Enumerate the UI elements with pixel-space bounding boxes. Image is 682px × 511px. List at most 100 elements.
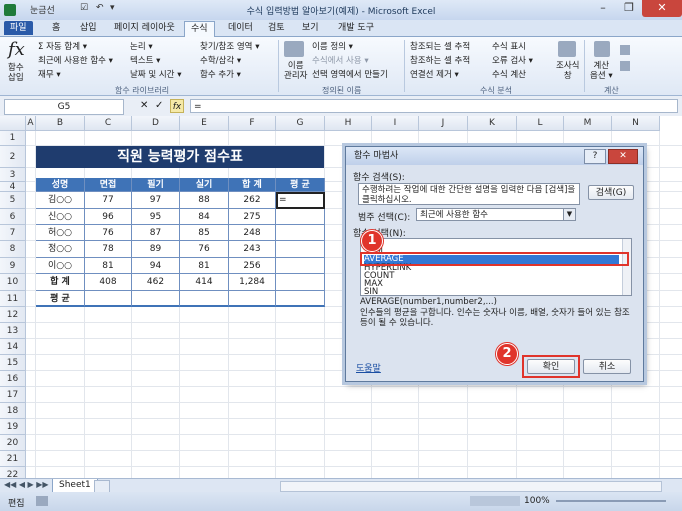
row-header-22[interactable]: 22	[0, 467, 26, 478]
table-cell[interactable]	[276, 258, 325, 274]
average-row-cell[interactable]	[229, 291, 276, 307]
tab-file[interactable]: 파일	[4, 21, 33, 35]
row-header-14[interactable]: 14	[0, 339, 26, 355]
column-header-L[interactable]: L	[517, 116, 564, 131]
function-list[interactable]: IFSUMAVERAGEHYPERLINKCOUNTMAXSIN	[360, 238, 632, 296]
watch-window-button[interactable]: 조사식 창	[556, 61, 579, 81]
table-cell[interactable]: 76	[180, 241, 229, 258]
tab-developer[interactable]: 개발 도구	[332, 21, 380, 35]
row-header-3[interactable]: 3	[0, 168, 26, 182]
row-header-5[interactable]: 5	[0, 192, 26, 209]
total-row-cell[interactable]: 합 계	[36, 274, 85, 291]
table-cell[interactable]: 81	[85, 258, 132, 274]
tab-home[interactable]: 홈	[46, 21, 66, 35]
table-cell[interactable]: 허○○	[36, 225, 85, 241]
financial-button[interactable]: 재무 ▾	[38, 68, 61, 80]
row-header-11[interactable]: 11	[0, 291, 26, 307]
table-cell[interactable]: 85	[180, 225, 229, 241]
minimize-button[interactable]: –	[590, 0, 616, 17]
column-header-D[interactable]: D	[132, 116, 180, 131]
function-list-scrollbar[interactable]	[622, 239, 631, 295]
table-cell[interactable]: 77	[85, 192, 132, 209]
calculate-sheet-icon[interactable]	[620, 61, 630, 71]
row-header-1[interactable]: 1	[0, 131, 26, 146]
table-cell[interactable]: 95	[132, 209, 180, 225]
tab-view[interactable]: 보기	[296, 21, 325, 35]
table-cell[interactable]	[276, 209, 325, 225]
table-cell[interactable]: 정○○	[36, 241, 85, 258]
cancel-button[interactable]: 취소	[583, 359, 631, 374]
sheet-title[interactable]: 직원 능력평가 점수표	[36, 146, 324, 168]
dialog-close-button[interactable]: ✕	[608, 149, 638, 164]
table-header-cell[interactable]: 면접	[85, 178, 132, 192]
autosum-button[interactable]: Σ 자동 합계 ▾	[38, 40, 87, 52]
table-header-cell[interactable]: 필기	[132, 178, 180, 192]
more-functions-button[interactable]: 함수 추가 ▾	[200, 68, 241, 80]
table-cell[interactable]: 76	[85, 225, 132, 241]
table-cell[interactable]	[276, 241, 325, 258]
column-header-I[interactable]: I	[372, 116, 419, 131]
horizontal-scrollbar[interactable]	[280, 481, 662, 492]
logical-button[interactable]: 논리 ▾	[130, 40, 153, 52]
column-header-B[interactable]: B	[36, 116, 85, 131]
table-cell[interactable]: 256	[229, 258, 276, 274]
select-all-corner[interactable]	[0, 116, 26, 131]
search-input[interactable]: 수행하려는 작업에 대한 간단한 설명을 입력한 다음 [검색]을 클릭하십시오…	[358, 183, 580, 205]
search-button[interactable]: 검색(G)	[588, 185, 634, 200]
restore-button[interactable]: ❐	[616, 0, 642, 17]
tab-insert[interactable]: 삽입	[74, 21, 103, 35]
function-list-item[interactable]: MAX	[364, 280, 619, 289]
text-button[interactable]: 텍스트 ▾	[130, 54, 160, 66]
row-header-4[interactable]: 4	[0, 182, 26, 192]
table-cell[interactable]: 78	[85, 241, 132, 258]
row-header-2[interactable]: 2	[0, 146, 26, 168]
tab-formulas[interactable]: 수식	[184, 21, 215, 37]
table-header-cell[interactable]: 실기	[180, 178, 229, 192]
average-row-cell[interactable]	[180, 291, 229, 307]
zoom-level[interactable]: 100%	[524, 496, 550, 506]
table-cell[interactable]: 신○○	[36, 209, 85, 225]
confirm-entry-icon[interactable]: ✓	[155, 100, 163, 111]
calculation-options-button[interactable]: 계산 옵션 ▾	[590, 61, 613, 81]
use-in-formula-button[interactable]: 수식에서 사용 ▾	[312, 54, 369, 66]
trace-precedents-button[interactable]: 참조되는 셀 추적	[410, 40, 470, 52]
calculate-now-icon[interactable]	[620, 45, 630, 55]
name-manager-button[interactable]: 이름 관리자	[284, 61, 307, 81]
evaluate-formula-button[interactable]: 수식 계산	[492, 68, 526, 80]
column-header-J[interactable]: J	[419, 116, 468, 131]
total-row-cell[interactable]: 1,284	[229, 274, 276, 291]
column-header-M[interactable]: M	[564, 116, 612, 131]
table-cell[interactable]: 97	[132, 192, 180, 209]
table-cell[interactable]: 88	[180, 192, 229, 209]
row-header-20[interactable]: 20	[0, 435, 26, 451]
table-cell[interactable]: 94	[132, 258, 180, 274]
table-cell[interactable]	[276, 225, 325, 241]
table-cell[interactable]: 96	[85, 209, 132, 225]
table-cell[interactable]: 248	[229, 225, 276, 241]
dialog-help-button[interactable]: ?	[584, 149, 606, 164]
total-row-cell[interactable]: 462	[132, 274, 180, 291]
column-header-G[interactable]: G	[276, 116, 325, 131]
total-row-cell[interactable]	[276, 274, 325, 291]
row-header-8[interactable]: 8	[0, 241, 26, 258]
average-row-cell[interactable]	[132, 291, 180, 307]
table-cell[interactable]: 81	[180, 258, 229, 274]
table-cell[interactable]: 이○○	[36, 258, 85, 274]
trace-dependents-button[interactable]: 참조하는 셀 추적	[410, 54, 470, 66]
column-header-H[interactable]: H	[325, 116, 372, 131]
column-header-C[interactable]: C	[85, 116, 132, 131]
table-cell[interactable]: 89	[132, 241, 180, 258]
row-header-10[interactable]: 10	[0, 274, 26, 291]
function-list-item[interactable]: SIN	[364, 288, 619, 295]
cancel-entry-icon[interactable]: ✕	[140, 100, 148, 111]
table-cell[interactable]: 243	[229, 241, 276, 258]
name-box[interactable]: G5	[4, 99, 124, 115]
column-header-E[interactable]: E	[180, 116, 229, 131]
tab-page-layout[interactable]: 페이지 레이아웃	[108, 21, 181, 35]
lookup-button[interactable]: 찾기/참조 영역 ▾	[200, 40, 259, 52]
row-header-15[interactable]: 15	[0, 355, 26, 371]
table-cell[interactable]: 김○○	[36, 192, 85, 209]
tab-data[interactable]: 데이터	[222, 21, 259, 35]
table-header-cell[interactable]: 성명	[36, 178, 85, 192]
recent-functions-button[interactable]: 최근에 사용한 함수 ▾	[38, 54, 113, 66]
